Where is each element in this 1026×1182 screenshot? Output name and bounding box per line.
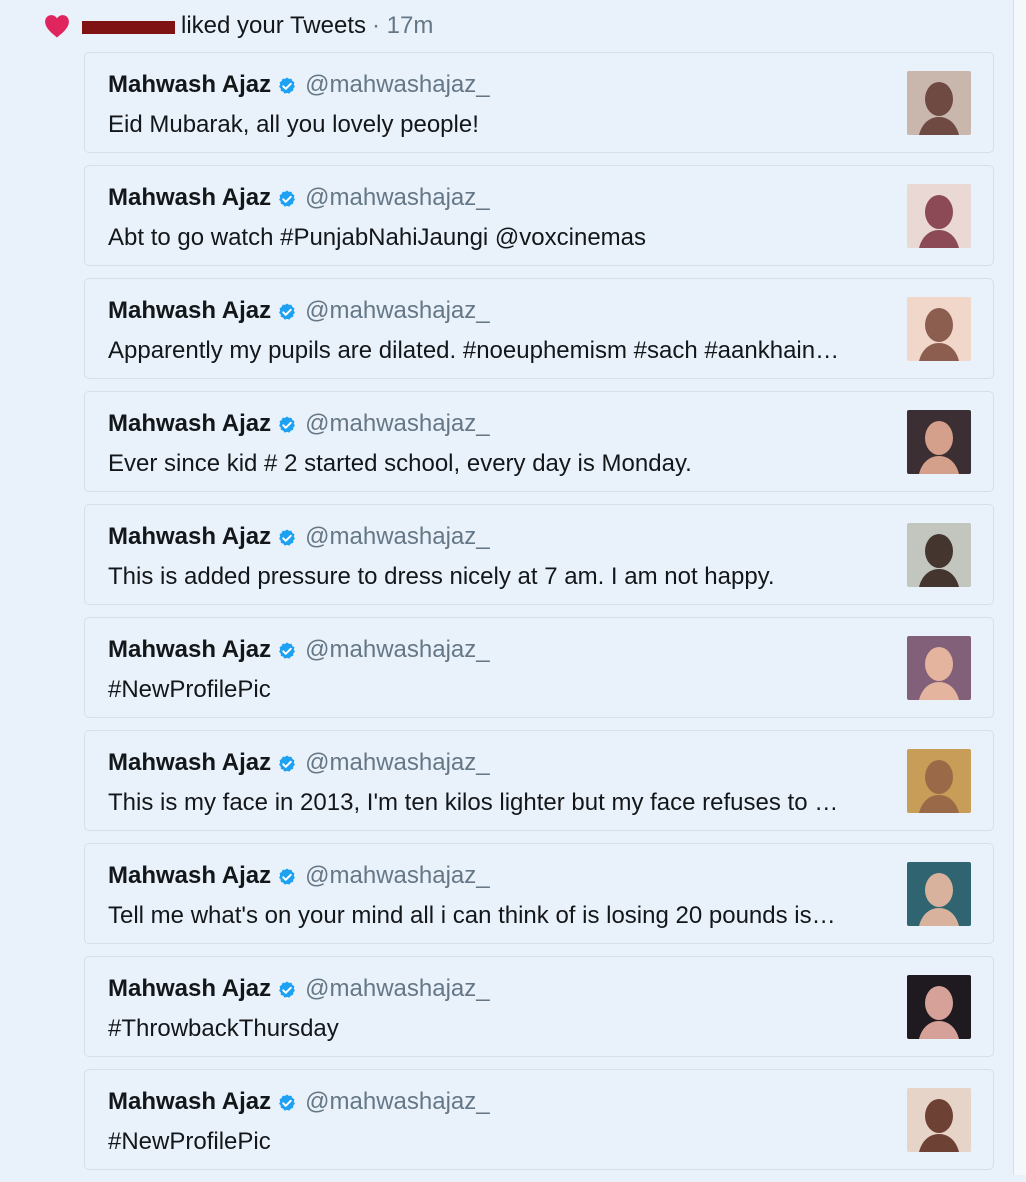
tweet-header: Mahwash Ajaz @mahwashajaz_ bbox=[108, 297, 490, 325]
author-handle[interactable]: @mahwashajaz_ bbox=[305, 410, 489, 438]
tweet-card[interactable]: Mahwash Ajaz @mahwashajaz_ This is my face… bbox=[84, 730, 994, 831]
tweet-text: #NewProfilePic bbox=[108, 1128, 271, 1155]
tweet-card[interactable]: Mahwash Ajaz @mahwashajaz_ This is added p… bbox=[84, 504, 994, 605]
author-handle[interactable]: @mahwashajaz_ bbox=[305, 862, 489, 890]
author-name[interactable]: Mahwash Ajaz bbox=[108, 862, 271, 890]
tweet-header: Mahwash Ajaz @mahwashajaz_ bbox=[108, 184, 490, 212]
liked-tweets-list: Mahwash Ajaz @mahwashajaz_ Eid Mubarak, al… bbox=[84, 52, 994, 1182]
tweet-card[interactable]: Mahwash Ajaz @mahwashajaz_ #NewProfilePic bbox=[84, 617, 994, 718]
tweet-card[interactable]: Mahwash Ajaz @mahwashajaz_ Abt to go watch… bbox=[84, 165, 994, 266]
tweet-author-avatar[interactable] bbox=[907, 975, 971, 1039]
tweet-header: Mahwash Ajaz @mahwashajaz_ bbox=[108, 410, 490, 438]
tweet-author-avatar[interactable] bbox=[907, 71, 971, 135]
verified-badge-icon bbox=[279, 755, 296, 772]
author-handle[interactable]: @mahwashajaz_ bbox=[305, 636, 489, 664]
tweet-text: This is added pressure to dress nicely a… bbox=[108, 563, 775, 590]
tweet-card[interactable]: Mahwash Ajaz @mahwashajaz_ Tell me what's … bbox=[84, 843, 994, 944]
heart-icon bbox=[45, 15, 69, 38]
tweet-text: Abt to go watch #PunjabNahiJaungi @voxci… bbox=[108, 224, 647, 251]
author-name[interactable]: Mahwash Ajaz bbox=[108, 523, 271, 551]
author-handle[interactable]: @mahwashajaz_ bbox=[305, 975, 489, 1003]
tweet-text: #NewProfilePic bbox=[108, 676, 271, 703]
author-handle[interactable]: @mahwashajaz_ bbox=[305, 71, 489, 99]
tweet-card[interactable]: Mahwash Ajaz @mahwashajaz_ #NewProfilePic bbox=[84, 1069, 994, 1170]
tweet-author-avatar[interactable] bbox=[907, 636, 971, 700]
tweet-author-avatar[interactable] bbox=[907, 297, 971, 361]
right-scroll-edge bbox=[1013, 0, 1026, 1175]
author-name[interactable]: Mahwash Ajaz bbox=[108, 1088, 271, 1116]
tweet-text: #ThrowbackThursday bbox=[108, 1015, 339, 1042]
tweet-header: Mahwash Ajaz @mahwashajaz_ bbox=[108, 862, 490, 890]
notification-action-text: liked your Tweets bbox=[181, 12, 366, 39]
author-name[interactable]: Mahwash Ajaz bbox=[108, 975, 271, 1003]
tweet-header: Mahwash Ajaz @mahwashajaz_ bbox=[108, 1088, 490, 1116]
author-name[interactable]: Mahwash Ajaz bbox=[108, 297, 271, 325]
verified-badge-icon bbox=[279, 303, 296, 320]
tweet-text: Eid Mubarak, all you lovely people! bbox=[108, 111, 479, 138]
tweet-header: Mahwash Ajaz @mahwashajaz_ bbox=[108, 749, 490, 777]
verified-badge-icon bbox=[279, 1094, 296, 1111]
tweet-card[interactable]: Mahwash Ajaz @mahwashajaz_ #ThrowbackThurs… bbox=[84, 956, 994, 1057]
tweet-text: Tell me what's on your mind all i can th… bbox=[108, 902, 836, 929]
tweet-author-avatar[interactable] bbox=[907, 523, 971, 587]
author-name[interactable]: Mahwash Ajaz bbox=[108, 410, 271, 438]
author-handle[interactable]: @mahwashajaz_ bbox=[305, 749, 489, 777]
verified-badge-icon bbox=[279, 642, 296, 659]
author-name[interactable]: Mahwash Ajaz bbox=[108, 636, 271, 664]
author-handle[interactable]: @mahwashajaz_ bbox=[305, 1088, 489, 1116]
author-handle[interactable]: @mahwashajaz_ bbox=[305, 297, 489, 325]
author-name[interactable]: Mahwash Ajaz bbox=[108, 71, 271, 99]
tweet-text: Ever since kid # 2 started school, every… bbox=[108, 450, 692, 477]
tweet-text: This is my face in 2013, I'm ten kilos l… bbox=[108, 789, 839, 816]
verified-badge-icon bbox=[279, 529, 296, 546]
verified-badge-icon bbox=[279, 416, 296, 433]
like-notification-header: liked your Tweets · 17m bbox=[42, 8, 433, 44]
tweet-card[interactable]: Mahwash Ajaz @mahwashajaz_ Eid Mubarak, al… bbox=[84, 52, 994, 153]
tweet-text: Apparently my pupils are dilated. #noeup… bbox=[108, 337, 840, 364]
verified-badge-icon bbox=[279, 868, 296, 885]
tweet-header: Mahwash Ajaz @mahwashajaz_ bbox=[108, 975, 490, 1003]
tweet-author-avatar[interactable] bbox=[907, 184, 971, 248]
tweet-header: Mahwash Ajaz @mahwashajaz_ bbox=[108, 71, 490, 99]
author-handle[interactable]: @mahwashajaz_ bbox=[305, 523, 489, 551]
tweet-author-avatar[interactable] bbox=[907, 1088, 971, 1152]
verified-badge-icon bbox=[279, 981, 296, 998]
tweet-card[interactable]: Mahwash Ajaz @mahwashajaz_ Ever since kid … bbox=[84, 391, 994, 492]
author-handle[interactable]: @mahwashajaz_ bbox=[305, 184, 489, 212]
verified-badge-icon bbox=[279, 77, 296, 94]
tweet-author-avatar[interactable] bbox=[907, 749, 971, 813]
verified-badge-icon bbox=[279, 190, 296, 207]
redacted-user-name bbox=[82, 20, 175, 34]
notification-time: · 17m bbox=[371, 12, 434, 39]
author-name[interactable]: Mahwash Ajaz bbox=[108, 184, 271, 212]
tweet-author-avatar[interactable] bbox=[907, 862, 971, 926]
tweet-header: Mahwash Ajaz @mahwashajaz_ bbox=[108, 636, 490, 664]
tweet-header: Mahwash Ajaz @mahwashajaz_ bbox=[108, 523, 490, 551]
tweet-card[interactable]: Mahwash Ajaz @mahwashajaz_ Apparently my p… bbox=[84, 278, 994, 379]
tweet-author-avatar[interactable] bbox=[907, 410, 971, 474]
author-name[interactable]: Mahwash Ajaz bbox=[108, 749, 271, 777]
